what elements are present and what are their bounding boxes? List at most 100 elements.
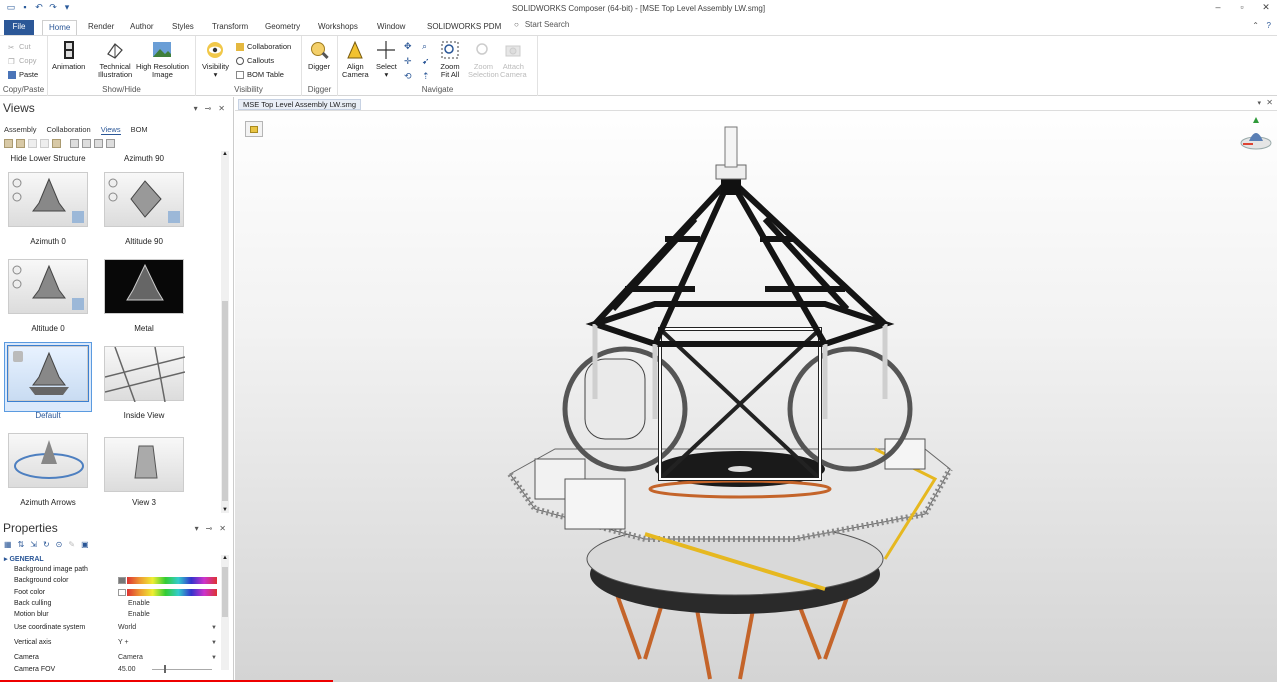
foot-color-gradient[interactable]: [127, 589, 217, 596]
view-thumbnail-azimuth-arrows[interactable]: [8, 433, 88, 488]
camera-fov-slider[interactable]: [152, 669, 212, 670]
select-button[interactable]: Select ▾: [376, 40, 397, 79]
settings-icon[interactable]: ▣: [81, 540, 89, 549]
camera-fov-value[interactable]: 45.00: [118, 666, 136, 673]
tab-views[interactable]: Views: [100, 125, 121, 135]
callouts-button[interactable]: Callouts: [236, 56, 274, 65]
camera-select[interactable]: Camera: [118, 654, 143, 661]
close-icon[interactable]: ✕: [219, 524, 226, 533]
properties-scrollbar[interactable]: ▲: [221, 555, 229, 670]
telescope-assembly-model[interactable]: [495, 119, 965, 684]
update-view-icon[interactable]: [16, 139, 25, 148]
edit-icon[interactable]: ✎: [68, 540, 75, 549]
motion-blur-checkbox[interactable]: Enable: [128, 611, 150, 618]
camera-view-icon[interactable]: [94, 139, 103, 148]
chevron-down-icon[interactable]: ▼: [211, 625, 217, 631]
filter-icon[interactable]: ⊙: [56, 540, 63, 549]
tab-home[interactable]: Home: [42, 20, 78, 35]
collaboration-button[interactable]: Collaboration: [236, 42, 291, 51]
create-view-icon[interactable]: [4, 139, 13, 148]
disabled-tool-icon[interactable]: [40, 139, 49, 148]
scrollbar-thumb[interactable]: [222, 301, 228, 501]
sort-icon[interactable]: ⇅: [18, 540, 25, 549]
foot-color-swatch[interactable]: [118, 589, 126, 596]
tab-assembly[interactable]: Assembly: [4, 125, 37, 135]
expand-icon[interactable]: ⇲: [30, 540, 37, 549]
copy-button[interactable]: ❐ Copy: [8, 56, 37, 66]
visibility-button[interactable]: Visibility ▾: [202, 40, 229, 79]
document-tab[interactable]: MSE Top Level Assembly LW.smg: [238, 99, 362, 110]
viewport-toggle-icon[interactable]: [245, 121, 263, 137]
tab-window[interactable]: Window: [371, 20, 411, 35]
tab-bom[interactable]: BOM: [131, 125, 148, 135]
view-thumbnail-altitude-0[interactable]: [8, 259, 88, 314]
chevron-down-icon[interactable]: ▾: [195, 524, 199, 533]
tab-render[interactable]: Render: [82, 20, 120, 35]
tab-transform[interactable]: Transform: [206, 20, 254, 35]
camera-view-icon[interactable]: [70, 139, 79, 148]
search-box[interactable]: ○ Start Search: [514, 20, 569, 29]
cut-button[interactable]: ✂ Cut: [8, 42, 31, 52]
view-thumbnail-inside-view[interactable]: [104, 346, 186, 403]
rotate-icon[interactable]: ✥: [404, 41, 416, 52]
categorized-icon[interactable]: ▦: [4, 540, 12, 549]
slider-handle[interactable]: [164, 665, 166, 673]
view-thumbnail-metal[interactable]: [104, 259, 184, 314]
coordinate-system-select[interactable]: World: [118, 624, 136, 631]
camera-view-icon[interactable]: [82, 139, 91, 148]
align-camera-button[interactable]: Align Camera: [342, 40, 369, 79]
tab-solidworks-pdm[interactable]: SOLIDWORKS PDM: [421, 20, 507, 35]
compass-icon[interactable]: [1239, 115, 1273, 153]
technical-illustration-button[interactable]: Technical Illustration: [98, 40, 132, 79]
section-general[interactable]: ▸ GENERAL: [4, 555, 44, 563]
tab-styles[interactable]: Styles: [166, 20, 200, 35]
tab-collaboration[interactable]: Collaboration: [47, 125, 91, 135]
attach-camera-button[interactable]: Attach Camera: [500, 40, 527, 79]
maximize-icon[interactable]: ▫: [1237, 2, 1247, 13]
fly-icon[interactable]: ➹: [422, 56, 434, 67]
scrollbar-thumb[interactable]: [222, 567, 228, 617]
tab-geometry[interactable]: Geometry: [259, 20, 306, 35]
tab-author[interactable]: Author: [124, 20, 160, 35]
view-thumbnail-view-3[interactable]: [104, 437, 184, 492]
tab-file[interactable]: File: [4, 20, 34, 35]
refresh-icon[interactable]: ↻: [43, 540, 50, 549]
zoom-selection-button[interactable]: Zoom Selection: [468, 40, 499, 79]
pin-icon[interactable]: ⊸: [205, 104, 212, 113]
viewport[interactable]: MSE Top Level Assembly LW.smg ▾ ✕: [235, 97, 1277, 682]
walk-icon[interactable]: ⇡: [422, 71, 434, 82]
close-icon[interactable]: ✕: [1261, 2, 1271, 13]
search-input[interactable]: Start Search: [525, 20, 569, 29]
background-color-swatch[interactable]: [118, 577, 126, 584]
high-resolution-image-button[interactable]: High Resolution Image: [136, 40, 189, 79]
view-thumbnail-altitude-90[interactable]: [104, 172, 184, 227]
digger-button[interactable]: Digger: [308, 40, 330, 71]
turntable-icon[interactable]: ⟲: [404, 71, 416, 82]
view-thumbnail-default[interactable]: [7, 345, 89, 402]
camera-view-icon[interactable]: [106, 139, 115, 148]
chevron-down-icon[interactable]: ▼: [211, 655, 217, 661]
back-culling-checkbox[interactable]: Enable: [128, 600, 150, 607]
zoom-tool-icon[interactable]: ⌕: [422, 41, 434, 52]
disabled-tool-icon[interactable]: [28, 139, 37, 148]
zoom-fit-all-button[interactable]: Zoom Fit All: [440, 40, 460, 79]
chevron-down-icon[interactable]: ▾: [194, 104, 198, 113]
pan-icon[interactable]: ✛: [404, 56, 416, 67]
close-icon[interactable]: ✕: [218, 104, 225, 113]
help-icon[interactable]: ?: [1267, 21, 1271, 30]
chevron-down-icon[interactable]: ▾: [1257, 99, 1261, 107]
collapse-ribbon-icon[interactable]: ⌃: [1252, 21, 1259, 30]
scroll-up-icon[interactable]: ▲: [222, 151, 228, 157]
paint-icon[interactable]: [52, 139, 61, 148]
scroll-down-icon[interactable]: ▼: [222, 507, 228, 513]
tab-workshops[interactable]: Workshops: [312, 20, 364, 35]
vertical-axis-select[interactable]: Y +: [118, 639, 129, 646]
background-color-gradient[interactable]: [127, 577, 217, 584]
minimize-icon[interactable]: –: [1213, 2, 1223, 13]
close-icon[interactable]: ✕: [1266, 98, 1273, 107]
paste-button[interactable]: Paste: [8, 70, 38, 79]
chevron-down-icon[interactable]: ▼: [211, 640, 217, 646]
scroll-up-icon[interactable]: ▲: [222, 555, 228, 561]
views-scrollbar[interactable]: ▲ ▼: [221, 151, 229, 513]
bom-table-button[interactable]: BOM Table: [236, 70, 284, 79]
